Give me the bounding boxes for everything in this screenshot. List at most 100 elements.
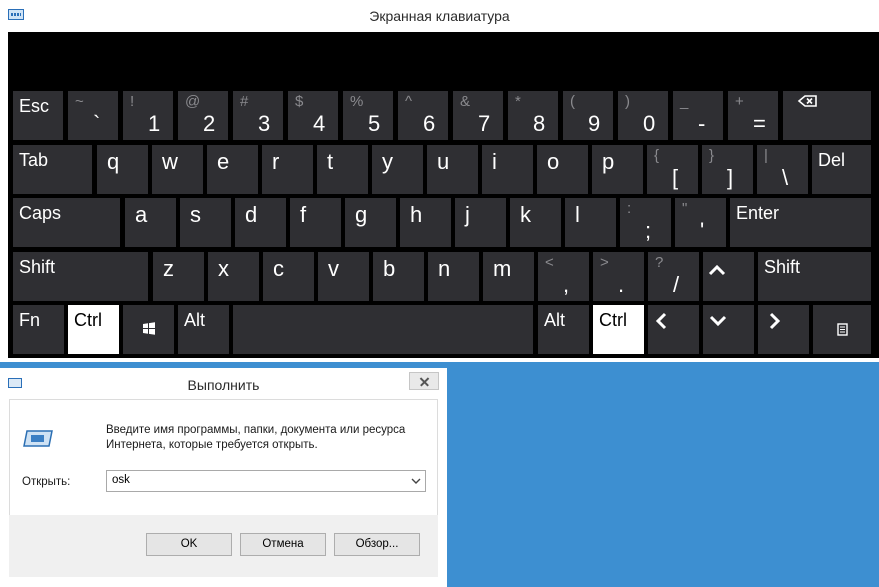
key-u[interactable]: u [427, 145, 478, 194]
key-shift-label: $ [295, 93, 304, 110]
key-\[interactable]: | \ [757, 145, 808, 194]
key-enter[interactable]: Enter [730, 198, 871, 247]
spacebar-key[interactable] [233, 305, 533, 354]
key-k[interactable]: k [510, 198, 561, 247]
key-o[interactable]: o [537, 145, 588, 194]
key-b[interactable]: b [373, 252, 424, 301]
key-z[interactable]: z [153, 252, 204, 301]
key-label: - [698, 111, 706, 136]
ok-button[interactable]: OK [146, 533, 232, 556]
key-0[interactable]: ) 0 [618, 91, 668, 140]
key-shift-label: + [735, 93, 744, 110]
key-y[interactable]: y [372, 145, 423, 194]
key-8[interactable]: * 8 [508, 91, 558, 140]
key-`[interactable]: ~ ` [68, 91, 118, 140]
key-e[interactable]: e [207, 145, 258, 194]
chevron-down-icon[interactable] [410, 475, 422, 487]
arrow-up-key[interactable] [703, 252, 754, 301]
key-caps[interactable]: Caps [13, 198, 120, 247]
key-l[interactable]: l [565, 198, 616, 247]
key-5[interactable]: % 5 [343, 91, 393, 140]
key-ctrl[interactable]: Ctrl [593, 305, 644, 354]
key-;[interactable]: :; [620, 198, 671, 247]
key-7[interactable]: & 7 [453, 91, 503, 140]
key-label: m [493, 256, 512, 281]
open-combobox[interactable]: osk [106, 470, 426, 492]
key-2[interactable]: @2 [178, 91, 228, 140]
arrow-left-key[interactable] [648, 305, 699, 354]
menu-key-key[interactable] [813, 305, 871, 354]
key-label: Del [818, 150, 846, 170]
key-label: 1 [148, 111, 161, 136]
key-3[interactable]: #3 [233, 91, 283, 140]
key-h[interactable]: h [400, 198, 451, 247]
key-del[interactable]: Del [812, 145, 871, 194]
key-,[interactable]: <, [538, 252, 589, 301]
key-label: u [437, 149, 450, 174]
key-i[interactable]: i [482, 145, 533, 194]
key-f[interactable]: f [290, 198, 341, 247]
key-t[interactable]: t [317, 145, 368, 194]
key-[[interactable]: {[ [647, 145, 698, 194]
key-p[interactable]: p [592, 145, 643, 194]
key-fn[interactable]: Fn [13, 305, 64, 354]
key-ctrl[interactable]: Ctrl [68, 305, 119, 354]
key-label: e [217, 149, 230, 174]
key-c[interactable]: c [263, 252, 314, 301]
backspace-key[interactable] [783, 91, 871, 140]
close-button[interactable] [409, 372, 439, 390]
key-shift-label: ~ [75, 93, 84, 110]
key-6[interactable]: ^ 6 [398, 91, 448, 140]
key-alt[interactable]: Alt [178, 305, 229, 354]
key-v[interactable]: v [318, 252, 369, 301]
cancel-button[interactable]: Отмена [240, 533, 326, 556]
key-j[interactable]: j [455, 198, 506, 247]
key-9[interactable]: (9 [563, 91, 613, 140]
key-label: 3 [258, 111, 271, 136]
key-tab[interactable]: Tab [13, 145, 92, 194]
key-.[interactable]: >. [593, 252, 644, 301]
key-label: ] [727, 165, 734, 190]
key-shift[interactable]: Shift [13, 252, 148, 301]
key-m[interactable]: m [483, 252, 534, 301]
browse-button[interactable]: Обзор... [334, 533, 420, 556]
key-/[interactable]: ? / [648, 252, 699, 301]
osk-keyboard: Esc ~ `! 1 @2 #3 $4% 5 ^ 6 & 7 * 8(9) 0 _ - + = Tab q w e r t y u i… [8, 32, 879, 358]
arrow-down-icon [709, 315, 727, 327]
key-label: Tab [19, 150, 49, 170]
key-x[interactable]: x [208, 252, 259, 301]
windows-logo-key[interactable] [123, 305, 174, 354]
key-=[interactable]: + = [728, 91, 778, 140]
key-1[interactable]: ! 1 [123, 91, 173, 140]
key-shift-label: ) [625, 93, 630, 110]
key--[interactable]: _ - [673, 91, 723, 140]
key-shift-label: > [600, 254, 609, 271]
key-label: t [327, 149, 334, 174]
key-shift[interactable]: Shift [758, 252, 871, 301]
key-w[interactable]: w [152, 145, 203, 194]
key-d[interactable]: d [235, 198, 286, 247]
key-label: y [382, 149, 393, 174]
arrow-right-key[interactable] [758, 305, 809, 354]
key-shift-label: # [240, 93, 249, 110]
run-footer: OK Отмена Обзор... [9, 515, 438, 577]
osk-titlebar[interactable]: Экранная клавиатура [0, 0, 879, 32]
arrow-down-key[interactable] [703, 305, 754, 354]
key-label: ' [700, 218, 705, 243]
key-shift-label: } [709, 147, 715, 164]
osk-window: Экранная клавиатура Esc ~ `! 1 @2 #3 $4% 5 ^ 6 & 7 *… [0, 0, 879, 362]
key-4[interactable]: $4 [288, 91, 338, 140]
open-input[interactable]: osk [112, 474, 130, 486]
key-a[interactable]: a [125, 198, 176, 247]
key-'[interactable]: " ' [675, 198, 726, 247]
key-alt[interactable]: Alt [538, 305, 589, 354]
key-s[interactable]: s [180, 198, 231, 247]
key-r[interactable]: r [262, 145, 313, 194]
key-q[interactable]: q [97, 145, 148, 194]
key-][interactable]: }] [702, 145, 753, 194]
key-esc[interactable]: Esc [13, 91, 63, 140]
key-g[interactable]: g [345, 198, 396, 247]
open-label: Открыть: [22, 476, 71, 488]
key-label: i [492, 149, 497, 174]
key-n[interactable]: n [428, 252, 479, 301]
